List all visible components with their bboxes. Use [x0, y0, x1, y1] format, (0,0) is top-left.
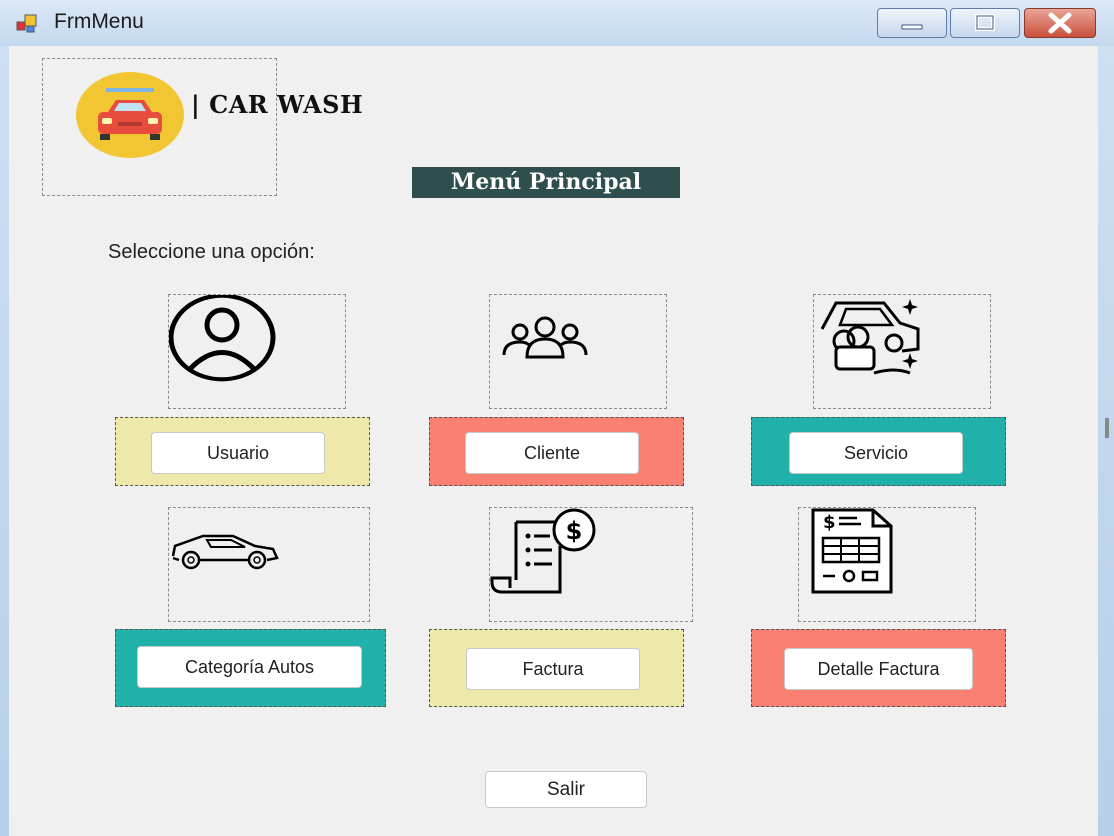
car-wash-icon: [820, 299, 920, 375]
user-picturebox: [168, 294, 346, 409]
detalle-factura-button[interactable]: Detalle Factura: [784, 648, 973, 690]
client-panel: Cliente: [429, 417, 684, 486]
categoria-autos-button[interactable]: Categoría Autos: [137, 646, 362, 688]
invoice-icon: $: [490, 508, 596, 594]
frm-menu-window: FrmMenu | CAR WASH Menú Principal Selecc…: [0, 0, 1114, 836]
window-title: FrmMenu: [54, 10, 144, 33]
servicio-button[interactable]: Servicio: [789, 432, 963, 474]
car-category-panel: Categoría Autos: [115, 629, 386, 707]
group-icon: [502, 316, 588, 359]
invoice-detail-panel: Detalle Factura: [751, 629, 1006, 707]
client-picturebox: [489, 294, 667, 409]
cliente-button[interactable]: Cliente: [465, 432, 639, 474]
car-icon: [171, 534, 279, 570]
service-picturebox: [813, 294, 991, 409]
invoice-picturebox: $: [489, 507, 693, 622]
service-panel: Servicio: [751, 417, 1006, 486]
brand-name: | CAR WASH: [191, 90, 364, 119]
invoice-panel: Factura: [429, 629, 684, 707]
minimize-button[interactable]: [877, 8, 947, 38]
form-client-area: | CAR WASH Menú Principal Seleccione una…: [9, 46, 1098, 836]
salir-button[interactable]: Salir: [485, 771, 647, 808]
svg-text:$: $: [566, 517, 583, 545]
close-button[interactable]: [1024, 8, 1096, 38]
close-icon: [1048, 12, 1072, 34]
invoice-detail-icon: $: [811, 508, 893, 594]
maximize-button[interactable]: [950, 8, 1020, 38]
minimize-icon: [901, 24, 923, 30]
user-panel: Usuario: [115, 417, 370, 486]
title-bar[interactable]: FrmMenu: [0, 0, 1114, 46]
logo-picturebox: [42, 58, 277, 196]
logo-icon: [76, 72, 184, 158]
invoice-detail-picturebox: $: [798, 507, 976, 622]
resize-handle[interactable]: [1105, 418, 1109, 438]
car-category-picturebox: [168, 507, 370, 622]
maximize-icon: [975, 14, 995, 31]
factura-button[interactable]: Factura: [466, 648, 640, 690]
app-icon: [16, 14, 37, 33]
svg-text:$: $: [823, 512, 836, 533]
user-icon: [169, 295, 276, 382]
usuario-button[interactable]: Usuario: [151, 432, 325, 474]
menu-title: Menú Principal: [412, 167, 680, 198]
select-option-label: Seleccione una opción:: [108, 241, 315, 263]
